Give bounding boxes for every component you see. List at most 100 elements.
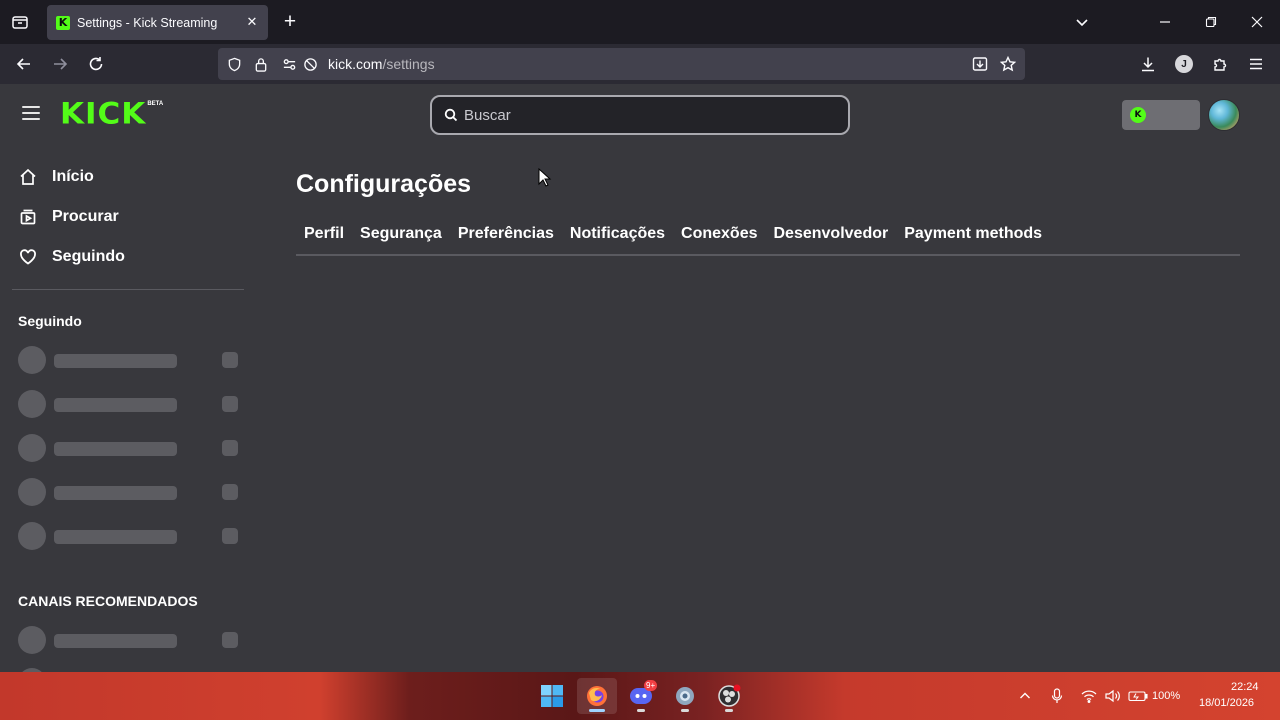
channel-placeholder bbox=[18, 390, 238, 418]
tab-payment-methods[interactable]: Payment methods bbox=[904, 222, 1042, 246]
firefox-icon bbox=[587, 686, 607, 706]
active-indicator bbox=[589, 709, 605, 712]
windows-taskbar: 9+ 100% 22:24 18/01/2026 bbox=[0, 672, 1280, 720]
taskbar-settings[interactable] bbox=[665, 678, 705, 714]
minimize-button[interactable] bbox=[1153, 10, 1177, 34]
lock-icon[interactable] bbox=[253, 56, 269, 72]
new-tab-button[interactable]: + bbox=[280, 11, 300, 32]
restore-icon bbox=[1205, 16, 1217, 28]
search-box[interactable] bbox=[430, 95, 850, 135]
browser-toolbar: kick.com/settings J bbox=[0, 44, 1280, 84]
home-icon bbox=[18, 167, 38, 187]
recommended-channels-heading: CANAIS RECOMENDADOS bbox=[18, 593, 198, 609]
site-header: KICK BETA K bbox=[0, 84, 1280, 148]
minimize-icon bbox=[1160, 21, 1170, 23]
save-to-pocket-icon[interactable] bbox=[972, 56, 988, 72]
channel-placeholder bbox=[18, 346, 238, 374]
channel-placeholder bbox=[18, 434, 238, 462]
browser-tab-strip: K Settings - Kick Streaming ✕ + bbox=[0, 0, 1280, 44]
running-indicator bbox=[637, 709, 645, 712]
logo-beta-badge: BETA bbox=[147, 101, 164, 107]
sidebar-item-seguindo[interactable]: Seguindo bbox=[18, 243, 125, 271]
bookmark-star-icon[interactable] bbox=[1000, 56, 1016, 72]
menu-icon bbox=[1250, 58, 1262, 70]
restore-button[interactable] bbox=[1199, 10, 1223, 34]
back-button[interactable] bbox=[12, 52, 36, 76]
taskbar-firefox[interactable] bbox=[577, 678, 617, 714]
battery-icon[interactable] bbox=[1128, 686, 1148, 706]
tracking-protection-icon[interactable] bbox=[302, 56, 318, 72]
taskbar-obs[interactable] bbox=[709, 678, 749, 714]
chevron-up-icon bbox=[1020, 692, 1030, 699]
account-button[interactable]: J bbox=[1172, 52, 1196, 76]
sidebar-item-inicio[interactable]: Início bbox=[18, 163, 94, 191]
kick-favicon-icon: K bbox=[56, 15, 70, 30]
download-icon bbox=[1142, 57, 1154, 72]
heart-icon bbox=[18, 247, 38, 267]
close-window-button[interactable] bbox=[1245, 10, 1269, 34]
tab-conexoes[interactable]: Conexões bbox=[681, 222, 757, 246]
kick-coin-icon: K bbox=[1130, 107, 1146, 123]
wallet-button[interactable]: K bbox=[1122, 100, 1200, 130]
logo-wordmark: KICK bbox=[60, 96, 147, 132]
url-text[interactable]: kick.com/settings bbox=[328, 56, 435, 72]
arrow-left-icon bbox=[16, 58, 30, 70]
taskbar-discord[interactable]: 9+ bbox=[621, 678, 661, 714]
list-all-tabs-button[interactable] bbox=[1070, 10, 1094, 34]
address-bar[interactable]: kick.com/settings bbox=[218, 48, 1025, 80]
tab-title: Settings - Kick Streaming bbox=[77, 15, 218, 30]
channel-placeholder bbox=[18, 478, 238, 506]
sidebar-item-label: Procurar bbox=[52, 208, 119, 225]
show-hidden-icons-button[interactable] bbox=[1015, 686, 1035, 706]
mouse-cursor-icon bbox=[538, 168, 552, 187]
battery-percent: 100% bbox=[1152, 690, 1181, 702]
search-input[interactable] bbox=[464, 97, 844, 133]
tab-close-icon[interactable]: ✕ bbox=[244, 14, 260, 30]
start-button[interactable] bbox=[532, 678, 572, 714]
sidebar: Início Procurar Seguindo Seguindo CANAIS… bbox=[0, 148, 256, 696]
sidebar-divider bbox=[12, 289, 244, 290]
kick-logo[interactable]: KICK BETA bbox=[60, 98, 163, 130]
forward-button[interactable] bbox=[48, 52, 72, 76]
tab-seguranca[interactable]: Segurança bbox=[360, 222, 442, 246]
settings-tabs: Perfil Segurança Preferências Notificaçõ… bbox=[296, 222, 1240, 256]
microphone-icon[interactable] bbox=[1047, 686, 1067, 706]
tab-preferencias[interactable]: Preferências bbox=[458, 222, 554, 246]
sidebar-item-label: Seguindo bbox=[52, 248, 125, 265]
following-heading: Seguindo bbox=[18, 313, 82, 329]
running-indicator bbox=[681, 709, 689, 712]
sidebar-item-label: Início bbox=[52, 168, 94, 185]
extensions-button[interactable] bbox=[1208, 52, 1232, 76]
tab-perfil[interactable]: Perfil bbox=[304, 222, 344, 246]
wifi-icon[interactable] bbox=[1079, 686, 1099, 706]
discord-notification-badge: 9+ bbox=[644, 680, 658, 691]
obs-icon bbox=[718, 684, 741, 707]
shield-icon[interactable] bbox=[226, 56, 242, 72]
arrow-right-icon bbox=[54, 58, 68, 70]
app-menu-button[interactable] bbox=[1244, 52, 1268, 76]
tab-list-button[interactable] bbox=[8, 10, 32, 34]
account-avatar-icon: J bbox=[1175, 55, 1193, 73]
tab-notificacoes[interactable]: Notificações bbox=[570, 222, 665, 246]
channel-placeholder bbox=[18, 522, 238, 550]
chevron-down-icon bbox=[1076, 19, 1088, 27]
clock-date[interactable]: 18/01/2026 bbox=[1199, 697, 1254, 709]
page-title: Configurações bbox=[296, 170, 472, 198]
browser-tab-settings[interactable]: K Settings - Kick Streaming ✕ bbox=[47, 5, 268, 40]
sidebar-toggle-icon[interactable] bbox=[22, 106, 42, 124]
kick-settings-page: KICK BETA K Início Procurar bbox=[0, 84, 1280, 696]
windows-logo-icon bbox=[541, 685, 563, 707]
url-host: kick.com bbox=[328, 56, 383, 72]
user-avatar[interactable] bbox=[1208, 99, 1240, 131]
reload-icon bbox=[89, 57, 103, 71]
tab-desenvolvedor[interactable]: Desenvolvedor bbox=[774, 222, 889, 246]
sidebar-item-procurar[interactable]: Procurar bbox=[18, 203, 119, 231]
clock-time[interactable]: 22:24 bbox=[1231, 681, 1259, 693]
channel-placeholder bbox=[18, 626, 238, 654]
permissions-icon[interactable] bbox=[281, 56, 297, 72]
downloads-button[interactable] bbox=[1136, 52, 1160, 76]
running-indicator bbox=[725, 709, 733, 712]
reload-button[interactable] bbox=[84, 52, 108, 76]
search-icon bbox=[444, 108, 458, 122]
volume-icon[interactable] bbox=[1103, 686, 1123, 706]
